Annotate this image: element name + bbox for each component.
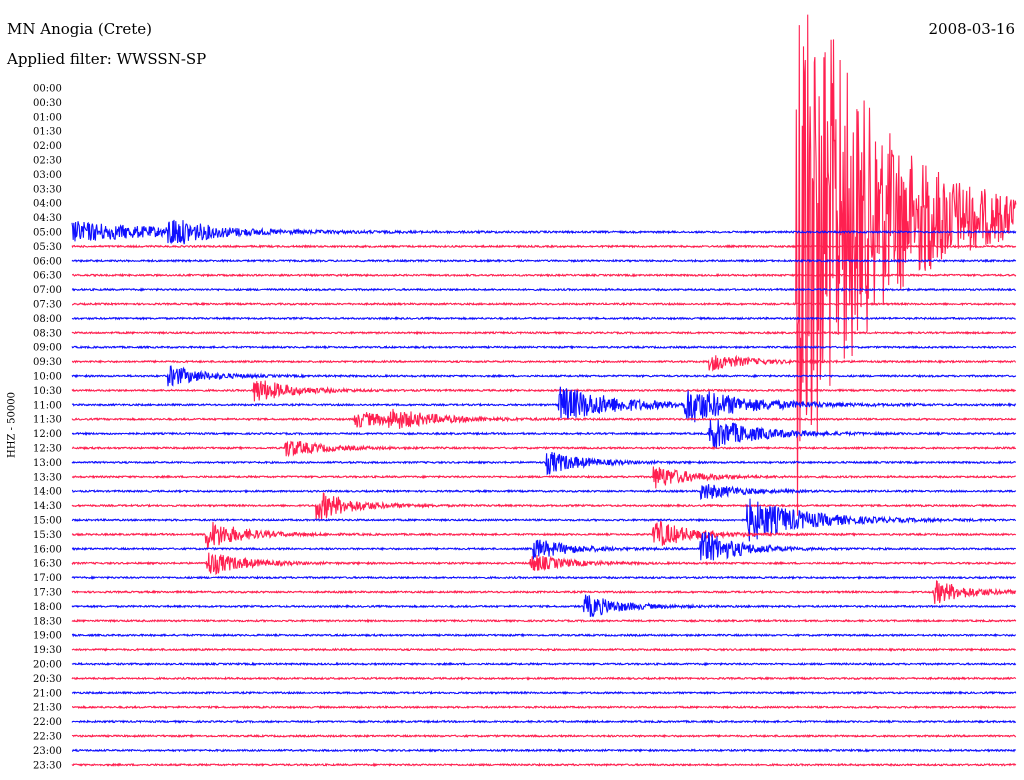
time-label: 02:00 — [33, 141, 62, 152]
trace-line — [71, 552, 1016, 576]
time-label: 21:30 — [33, 703, 62, 714]
trace-line — [71, 733, 1017, 739]
time-label: 20:30 — [33, 674, 62, 685]
time-label: 23:30 — [33, 760, 62, 771]
trace-line — [71, 580, 1017, 604]
time-label: 22:30 — [33, 732, 62, 743]
trace-line — [71, 690, 1017, 696]
trace-line — [71, 287, 1017, 292]
trace-line — [71, 354, 1017, 372]
time-label: 17:00 — [33, 573, 62, 584]
trace-line — [71, 380, 1017, 402]
trace-line — [71, 762, 1017, 768]
time-label: 13:00 — [33, 458, 62, 469]
time-label: 03:00 — [33, 170, 62, 181]
trace-line — [71, 451, 1017, 476]
trace-line — [71, 632, 1016, 638]
trace-line — [71, 330, 1017, 336]
trace-line — [71, 491, 1017, 520]
time-label: 23:00 — [33, 746, 62, 757]
time-label: 12:30 — [33, 444, 62, 455]
trace-line — [71, 419, 1017, 449]
time-label-group: 00:00 00:30 01:00 01:30 02:00 02:30 03:00 03:30… — [33, 84, 62, 772]
time-label: 16:00 — [33, 544, 62, 555]
time-label: 08:30 — [33, 328, 62, 339]
trace-line — [71, 594, 1017, 618]
trace-line — [71, 244, 1017, 249]
time-label: 11:00 — [33, 400, 62, 411]
time-label: 02:30 — [33, 156, 62, 167]
time-label: 08:00 — [33, 314, 62, 325]
trace-line — [71, 440, 1017, 458]
time-label: 01:30 — [33, 127, 62, 138]
time-label: 18:30 — [33, 616, 62, 627]
time-label: 10:30 — [33, 386, 62, 397]
time-label: 19:30 — [33, 645, 62, 656]
time-label: 15:30 — [33, 530, 62, 541]
trace-line — [71, 219, 1017, 245]
time-label: 20:00 — [33, 660, 62, 671]
time-label: 09:30 — [33, 357, 62, 368]
time-label: 14:30 — [33, 501, 62, 512]
time-label: 15:00 — [33, 516, 62, 527]
time-label: 13:30 — [33, 472, 62, 483]
time-label: 03:30 — [33, 184, 62, 195]
time-label: 04:00 — [33, 199, 62, 210]
time-label: 19:00 — [33, 631, 62, 642]
time-label: 14:00 — [33, 487, 62, 498]
trace-line — [71, 344, 1017, 350]
time-label: 18:00 — [33, 602, 62, 613]
time-label: 06:30 — [33, 271, 62, 282]
time-label: 05:00 — [33, 228, 62, 239]
time-label: 17:30 — [33, 588, 62, 599]
trace-line — [71, 661, 1017, 667]
trace-group — [71, 14, 1017, 768]
time-label: 00:00 — [33, 84, 62, 95]
time-label: 16:30 — [33, 559, 62, 570]
time-label: 09:00 — [33, 343, 62, 354]
time-label: 07:30 — [33, 300, 62, 311]
trace-line — [795, 14, 1017, 516]
time-label: 00:30 — [33, 98, 62, 109]
trace-line — [71, 647, 1016, 652]
helicorder-plot: 00:00 00:30 01:00 01:30 02:00 02:30 03:00 03:30… — [33, 14, 1017, 772]
trace-line — [71, 676, 1017, 681]
time-label: 04:30 — [33, 213, 62, 224]
trace-line — [71, 618, 1017, 624]
trace-line — [72, 704, 1017, 710]
time-label: 05:30 — [33, 242, 62, 253]
trace-line — [71, 484, 1017, 501]
trace-line — [71, 466, 1017, 489]
time-label: 10:00 — [33, 372, 62, 383]
trace-line — [72, 272, 1017, 278]
time-label: 22:00 — [33, 717, 62, 728]
trace-line — [71, 575, 1016, 580]
time-label: 07:00 — [33, 285, 62, 296]
trace-line — [71, 748, 1017, 753]
trace-line — [71, 365, 1017, 387]
trace-line — [71, 386, 1017, 423]
time-label: 21:00 — [33, 688, 62, 699]
time-label: 01:00 — [33, 112, 62, 123]
trace-line — [71, 719, 1017, 724]
trace-line — [71, 408, 1017, 429]
time-label: 11:30 — [33, 415, 62, 426]
trace-line — [71, 316, 1016, 321]
time-label: 06:00 — [33, 256, 62, 267]
time-label: 12:00 — [33, 429, 62, 440]
